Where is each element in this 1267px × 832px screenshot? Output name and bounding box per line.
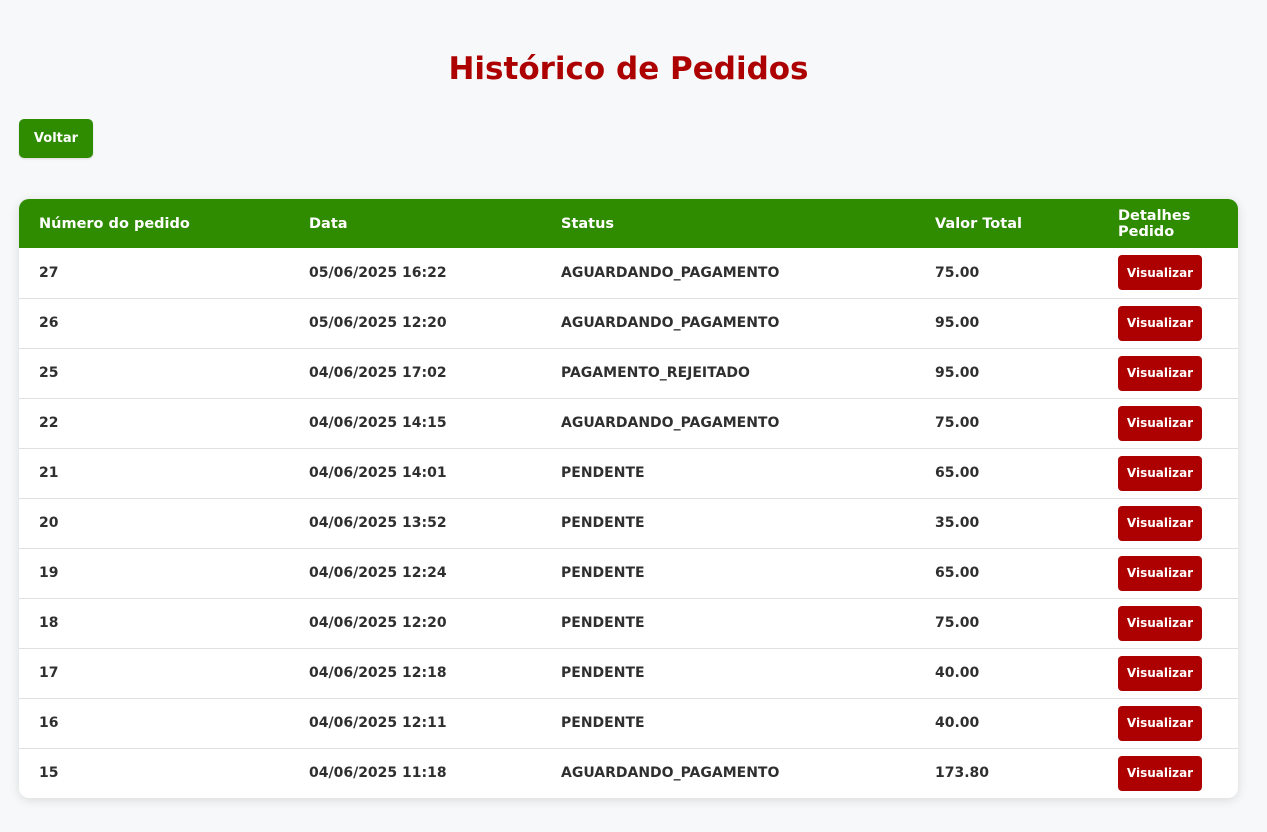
order-number: 27 [39,264,59,281]
order-total: 75.00 [935,615,980,631]
order-details-cell: Visualizar [1098,598,1238,648]
order-total: 40.00 [935,665,980,681]
order-total: 95.00 [935,315,980,331]
table-header: Número do pedido Data Status Valor Total… [19,199,1238,248]
order-total: 75.00 [935,415,980,431]
order-number: 21 [39,465,59,481]
table-row: 17 04/06/2025 12:18 PENDENTE 40.00 Visualiza… [19,648,1238,698]
order-date: 04/06/2025 14:01 [309,465,447,481]
order-number: 18 [39,615,59,631]
order-date: 04/06/2025 11:18 [309,765,447,782]
order-total: 65.00 [935,565,980,581]
order-details-cell: Visualizar [1098,248,1238,298]
view-order-button[interactable]: Visualizar [1118,755,1202,791]
order-date: 04/06/2025 17:02 [309,365,447,381]
order-number: 25 [39,365,59,381]
order-status: PENDENTE [561,715,645,731]
page-title: Histórico de Pedidos [448,51,809,87]
order-number: 19 [39,565,59,581]
order-number: 20 [39,515,59,531]
order-total: 75.00 [935,264,980,281]
table-header-row: Número do pedido Data Status Valor Total… [19,199,1238,248]
table-body: 27 05/06/2025 16:22 AGUARDANDO_PAGAMENTO 75… [19,248,1238,798]
view-order-button[interactable]: Visualizar [1118,455,1202,491]
order-date: 04/06/2025 12:24 [309,565,447,581]
order-details-cell: Visualizar [1098,698,1238,748]
table-row: 16 04/06/2025 12:11 PENDENTE 40.00 Visualiza… [19,698,1238,748]
order-details-cell: Visualizar [1098,398,1238,448]
order-number: 16 [39,715,59,731]
order-status: PAGAMENTO_REJEITADO [561,365,750,381]
order-date: 04/06/2025 12:11 [309,715,447,731]
order-status: PENDENTE [561,615,645,631]
table-row: 26 05/06/2025 12:20 AGUARDANDO_PAGAMENTO 95… [19,298,1238,348]
table-row: 27 05/06/2025 16:22 AGUARDANDO_PAGAMENTO 75… [19,248,1238,298]
order-status: AGUARDANDO_PAGAMENTO [561,315,780,331]
order-date: 04/06/2025 13:52 [309,515,447,531]
table-row: 22 04/06/2025 14:15 AGUARDANDO_PAGAMENTO 75… [19,398,1238,448]
order-total: 35.00 [935,515,980,531]
order-total: 95.00 [935,365,980,381]
table-row: 18 04/06/2025 12:20 PENDENTE 75.00 Visualiza… [19,598,1238,648]
order-details-cell: Visualizar [1098,348,1238,398]
order-status: PENDENTE [561,565,645,581]
order-date: 05/06/2025 12:20 [309,315,447,331]
view-order-button[interactable]: Visualizar [1118,405,1202,441]
order-number: 22 [39,415,59,431]
view-order-button[interactable]: Visualizar [1118,255,1202,291]
order-total: 173.80 [935,765,990,782]
view-order-button[interactable]: Visualizar [1118,505,1202,541]
view-order-button[interactable]: Visualizar [1118,605,1202,641]
order-status: AGUARDANDO_PAGAMENTO [561,264,780,281]
order-date: 05/06/2025 16:22 [309,264,447,281]
order-date: 04/06/2025 12:20 [309,615,447,631]
table-row: 25 04/06/2025 17:02 PAGAMENTO_REJEITADO 95.… [19,348,1238,398]
order-date: 04/06/2025 12:18 [309,665,447,681]
table-row: 20 04/06/2025 13:52 PENDENTE 35.00 Visualiza… [19,498,1238,548]
view-order-button[interactable]: Visualizar [1118,355,1202,391]
view-order-button[interactable]: Visualizar [1118,705,1202,741]
view-order-button[interactable]: Visualizar [1118,305,1202,341]
view-order-button[interactable]: Visualizar [1118,655,1202,691]
order-status: PENDENTE [561,465,645,481]
back-button[interactable]: Voltar [19,119,93,158]
orders-table-card: Número do pedido Data Status Valor Total… [19,199,1238,798]
table-row: 21 04/06/2025 14:01 PENDENTE 65.00 Visualiza… [19,448,1238,498]
order-number: 15 [39,765,59,782]
column-header-date: Data [309,215,348,232]
orders-table: Número do pedido Data Status Valor Total… [19,199,1238,798]
order-details-cell: Visualizar [1098,648,1238,698]
order-details-cell: Visualizar [1098,548,1238,598]
column-header-number: Número do pedido [39,215,190,232]
view-order-button[interactable]: Visualizar [1118,555,1202,591]
order-details-cell: Visualizar [1098,748,1238,798]
order-number: 17 [39,665,59,681]
order-date: 04/06/2025 14:15 [309,415,447,431]
order-status: PENDENTE [561,515,645,531]
order-status: PENDENTE [561,665,645,681]
column-header-total: Valor Total [935,215,1022,232]
order-status: AGUARDANDO_PAGAMENTO [561,765,780,782]
order-details-cell: Visualizar [1098,448,1238,498]
order-total: 40.00 [935,715,980,731]
table-row: 19 04/06/2025 12:24 PENDENTE 65.00 Visualiza… [19,548,1238,598]
order-details-cell: Visualizar [1098,498,1238,548]
order-number: 26 [39,315,59,331]
table-row: 15 04/06/2025 11:18 AGUARDANDO_PAGAMENTO 17… [19,748,1238,798]
column-header-details: Detalhes Pedido [1118,207,1191,240]
order-history-page: Histórico de Pedidos Voltar Número do pe… [0,0,1267,832]
order-status: AGUARDANDO_PAGAMENTO [561,415,780,431]
order-total: 65.00 [935,465,980,481]
column-header-status: Status [561,215,615,232]
order-details-cell: Visualizar [1098,298,1238,348]
